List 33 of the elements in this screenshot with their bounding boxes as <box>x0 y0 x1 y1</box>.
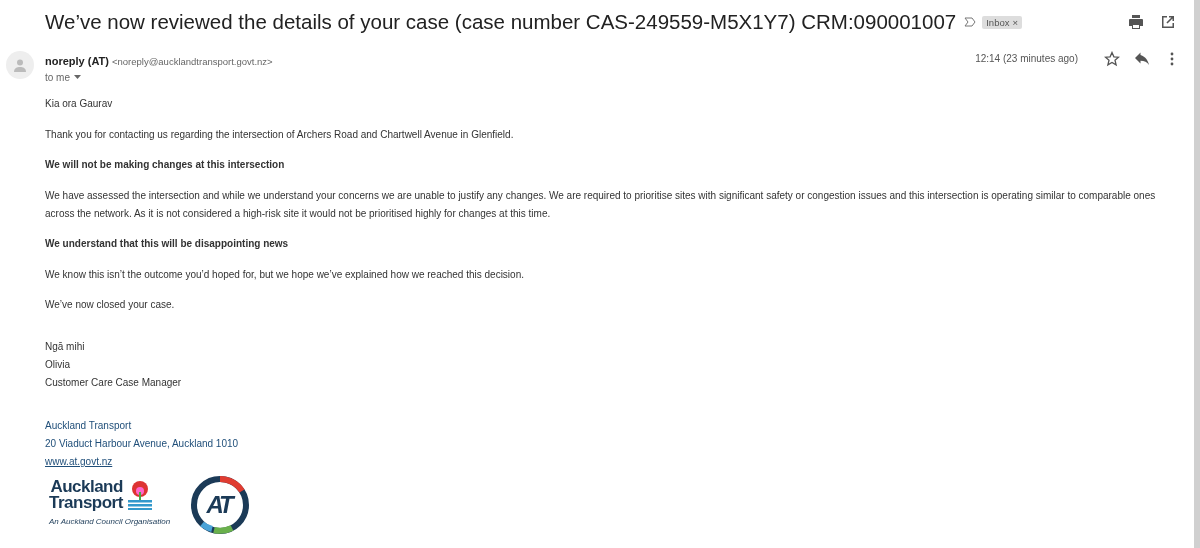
print-icon[interactable] <box>1128 14 1144 30</box>
label-chip: Inbox × <box>982 15 1023 29</box>
paragraph: Thank you for contacting us regarding the intersection of Archers Road and Chartwell Avenue in Glenfield. <box>45 127 515 142</box>
paragraph: We have assessed the intersection and while we understand your concerns we are unable to justify any changes. We are required to prioritise sites with significant safety or congestion issues and this intersection is operating similar to comparable ones across the network. As it is not considered a high-risk site it would not be prioritised highly for changes at this time. <box>45 188 1157 221</box>
signature-line: Customer Care Case Manager <box>45 376 183 390</box>
roundel-ring-icon <box>190 475 251 535</box>
signature-line: Olivia <box>45 358 71 372</box>
sender-email: <noreply@aucklandtransport.govt.nz> <box>111 56 273 67</box>
roundel-lettering: AT <box>206 493 234 517</box>
caret-icon <box>74 75 81 80</box>
postal-address: 20 Viaduct Harbour Avenue, Auckland 1010 <box>45 437 240 451</box>
message-time: 12:14 (23 minutes ago) <box>975 53 1078 66</box>
reply-icon[interactable] <box>1134 51 1150 67</box>
sender-name: noreply (AT) <box>45 55 109 67</box>
website-link[interactable]: www.at.govt.nz <box>45 456 113 467</box>
section-heading: We will not be making changes at this intersection <box>45 158 286 172</box>
organisation-name: Auckland Transport <box>45 419 133 433</box>
star-icon[interactable] <box>1104 51 1120 67</box>
signature-line: Ngā mihi <box>45 340 86 354</box>
importance-marker-icon[interactable] <box>964 16 977 28</box>
flower-emblem-icon <box>125 480 154 510</box>
paragraph: We know this isn’t the outcome you’d hoped for, but we hope we’ve explained how we reached this decision. <box>45 267 525 282</box>
paragraph: Kia ora Gaurav <box>45 97 114 111</box>
paragraph: We’ve now closed your case. <box>45 298 176 312</box>
logo-wordmark-line: Auckland <box>50 479 123 495</box>
section-heading: We understand that this will be disappointing news <box>45 237 290 251</box>
avatar-icon <box>6 51 34 79</box>
logo-tagline: An Auckland Council Organisation <box>49 516 171 528</box>
email-subject: We’ve now reviewed the details of your case (case number CAS-249559-M5X1Y7) CRM:090001007 <box>45 10 957 34</box>
open-new-window-icon[interactable] <box>1160 14 1176 30</box>
logo-wordmark-line: Transport <box>49 495 123 511</box>
recipient-toggle[interactable]: to me <box>45 72 273 83</box>
remove-label-button[interactable]: × <box>1012 16 1019 28</box>
